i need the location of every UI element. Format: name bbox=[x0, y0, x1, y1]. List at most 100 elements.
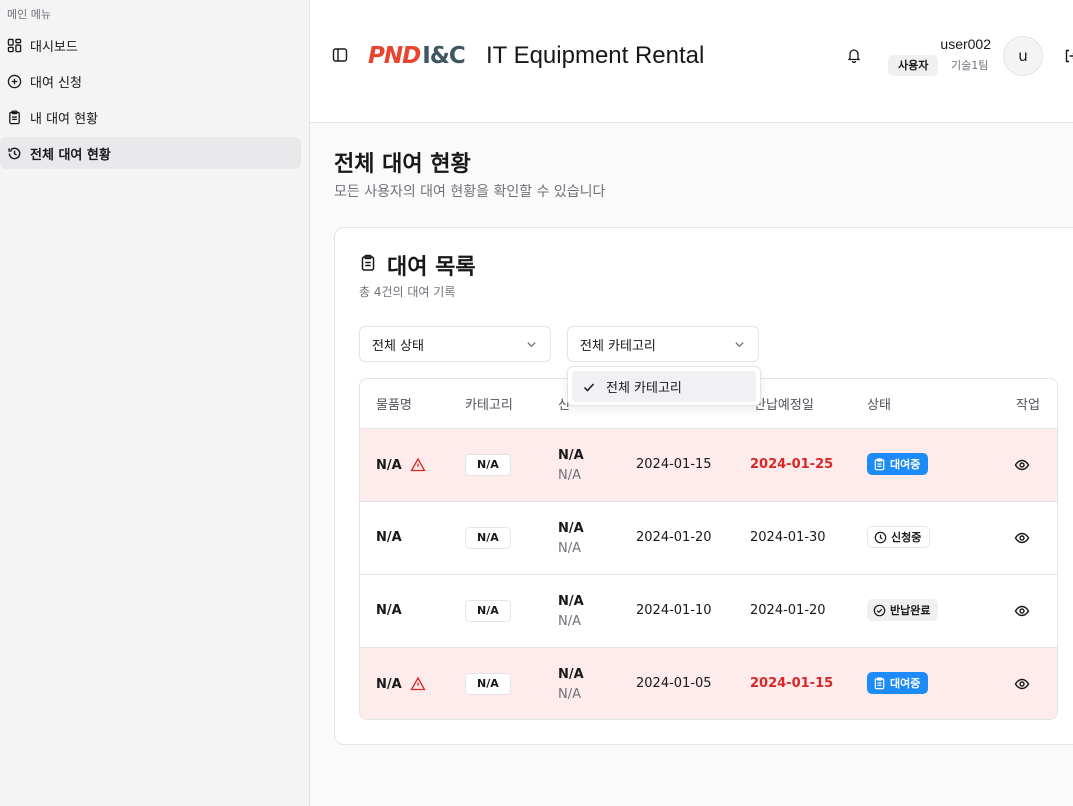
item-name: N/A bbox=[376, 457, 402, 473]
status-filter-select[interactable]: 전체 상태 bbox=[359, 326, 551, 362]
logo-text-ic: I&C bbox=[422, 43, 465, 69]
due-date: 2024-01-15 bbox=[750, 676, 834, 691]
dropdown-option-label: 전체 카테고리 bbox=[606, 381, 682, 396]
due-date: 2024-01-20 bbox=[750, 603, 826, 618]
status-label: 반납완료 bbox=[890, 604, 931, 617]
item-name: N/A bbox=[376, 530, 402, 545]
status-badge: 반납완료 bbox=[867, 599, 939, 621]
username: user002 bbox=[940, 36, 991, 52]
column-header-actions: 작업 bbox=[1016, 398, 1040, 413]
card-title: 대여 목록 bbox=[387, 255, 476, 280]
view-details-icon[interactable] bbox=[1014, 603, 1030, 619]
item-name-cell: N/A bbox=[376, 603, 402, 618]
start-date: 2024-01-15 bbox=[636, 457, 712, 472]
applicant-team: N/A bbox=[558, 468, 581, 483]
dropdown-option-all-categories[interactable]: 전체 카테고리 bbox=[572, 371, 756, 402]
table-row: N/A N/A N/A N/A 2024-01-10 2024-01-20 반납… bbox=[360, 574, 1057, 647]
category-dropdown-menu: 전체 카테고리 bbox=[567, 366, 761, 406]
due-date: 2024-01-30 bbox=[750, 530, 826, 545]
team-label: 기술1팀 bbox=[951, 59, 989, 72]
logout-icon[interactable] bbox=[1063, 48, 1073, 64]
dashboard-icon bbox=[7, 38, 22, 53]
column-header-status: 상태 bbox=[867, 398, 891, 413]
applicant-team: N/A bbox=[558, 541, 581, 556]
sidebar-item-label: 전체 대여 현황 bbox=[30, 147, 111, 163]
applicant-name: N/A bbox=[558, 448, 584, 463]
history-icon bbox=[7, 146, 22, 161]
status-filter-value: 전체 상태 bbox=[372, 338, 424, 354]
sidebar-item-rental-request[interactable]: 대여 신청 bbox=[0, 65, 301, 97]
sidebar: 메인 메뉴 대시보드 대여 신청 내 대여 현황 전체 대여 현황 bbox=[0, 0, 310, 806]
top-header: PND I&C IT Equipment Rental user002 사용자 … bbox=[310, 0, 1073, 123]
item-name: N/A bbox=[376, 603, 402, 618]
check-circle-icon bbox=[873, 604, 886, 616]
applicant-name: N/A bbox=[558, 521, 584, 536]
applicant-name: N/A bbox=[558, 594, 584, 609]
chevron-down-icon bbox=[735, 342, 744, 348]
category-badge: N/A bbox=[465, 527, 511, 549]
category-badge: N/A bbox=[465, 673, 511, 695]
sidebar-item-label: 내 대여 현황 bbox=[30, 111, 99, 127]
clipboard-icon bbox=[874, 676, 885, 689]
status-label: 신청중 bbox=[891, 531, 922, 544]
category-filter-value: 전체 카테고리 bbox=[580, 338, 656, 354]
page-title: 전체 대여 현황 bbox=[334, 152, 471, 177]
warning-icon bbox=[410, 457, 426, 473]
applicant-cell: N/A N/A bbox=[558, 519, 584, 559]
column-header-category: 카테고리 bbox=[465, 398, 513, 413]
status-label: 대여중 bbox=[890, 677, 921, 690]
column-header-due-date: 반납예정일 bbox=[754, 398, 814, 413]
chevron-down-icon bbox=[527, 342, 536, 348]
plus-circle-icon bbox=[7, 74, 22, 89]
warning-icon bbox=[410, 676, 426, 692]
applicant-name: N/A bbox=[558, 667, 584, 682]
start-date: 2024-01-05 bbox=[636, 676, 712, 691]
sidebar-item-label: 대여 신청 bbox=[30, 75, 82, 91]
due-date: 2024-01-25 bbox=[750, 457, 834, 472]
column-header-item: 물품명 bbox=[376, 398, 412, 413]
sidebar-toggle-icon[interactable] bbox=[331, 46, 349, 64]
applicant-team: N/A bbox=[558, 687, 581, 702]
status-badge: 신청중 bbox=[867, 526, 931, 548]
clock-icon bbox=[874, 531, 887, 543]
category-badge: N/A bbox=[465, 454, 511, 476]
rental-table: 물품명 카테고리 신 반납예정일 상태 작업 N/A N/A N/A N/A 2… bbox=[359, 378, 1058, 720]
company-logo: PND I&C bbox=[368, 41, 466, 71]
applicant-cell: N/A N/A bbox=[558, 592, 584, 632]
page-subtitle: 모든 사용자의 대여 현황을 확인할 수 있습니다 bbox=[334, 184, 606, 200]
applicant-cell: N/A N/A bbox=[558, 665, 584, 705]
item-name-cell: N/A bbox=[376, 676, 426, 692]
app-title: IT Equipment Rental bbox=[486, 42, 705, 69]
status-badge: 대여중 bbox=[867, 453, 929, 475]
sidebar-item-dashboard[interactable]: 대시보드 bbox=[0, 29, 301, 61]
status-label: 대여중 bbox=[890, 458, 921, 471]
table-row: N/A N/A N/A N/A 2024-01-20 2024-01-30 신청… bbox=[360, 501, 1057, 574]
applicant-cell: N/A N/A bbox=[558, 446, 584, 486]
status-badge: 대여중 bbox=[867, 672, 929, 694]
sidebar-item-my-rentals[interactable]: 내 대여 현황 bbox=[0, 101, 301, 133]
logo-text-pnd: PND bbox=[368, 43, 421, 69]
avatar[interactable]: u bbox=[1003, 36, 1043, 76]
view-details-icon[interactable] bbox=[1014, 457, 1030, 473]
item-name-cell: N/A bbox=[376, 530, 402, 545]
category-filter-select[interactable]: 전체 카테고리 bbox=[567, 326, 759, 362]
role-badge: 사용자 bbox=[888, 55, 939, 76]
sidebar-item-label: 대시보드 bbox=[30, 39, 78, 55]
item-name: N/A bbox=[376, 676, 402, 692]
clipboard-icon bbox=[874, 457, 885, 470]
item-name-cell: N/A bbox=[376, 457, 426, 473]
start-date: 2024-01-10 bbox=[636, 603, 712, 618]
sidebar-item-all-rentals[interactable]: 전체 대여 현황 bbox=[0, 137, 301, 169]
clipboard-icon bbox=[359, 254, 377, 272]
sidebar-group-label: 메인 메뉴 bbox=[7, 8, 51, 21]
card-description: 총 4건의 대여 기록 bbox=[359, 285, 456, 299]
table-row: N/A N/A N/A N/A 2024-01-05 2024-01-15 대여… bbox=[360, 647, 1057, 719]
table-row: N/A N/A N/A N/A 2024-01-15 2024-01-25 대여… bbox=[360, 428, 1057, 501]
start-date: 2024-01-20 bbox=[636, 530, 712, 545]
view-details-icon[interactable] bbox=[1014, 530, 1030, 546]
bell-icon[interactable] bbox=[846, 47, 862, 64]
check-icon bbox=[583, 382, 595, 392]
clipboard-icon bbox=[7, 109, 22, 125]
view-details-icon[interactable] bbox=[1014, 676, 1030, 692]
applicant-team: N/A bbox=[558, 614, 581, 629]
